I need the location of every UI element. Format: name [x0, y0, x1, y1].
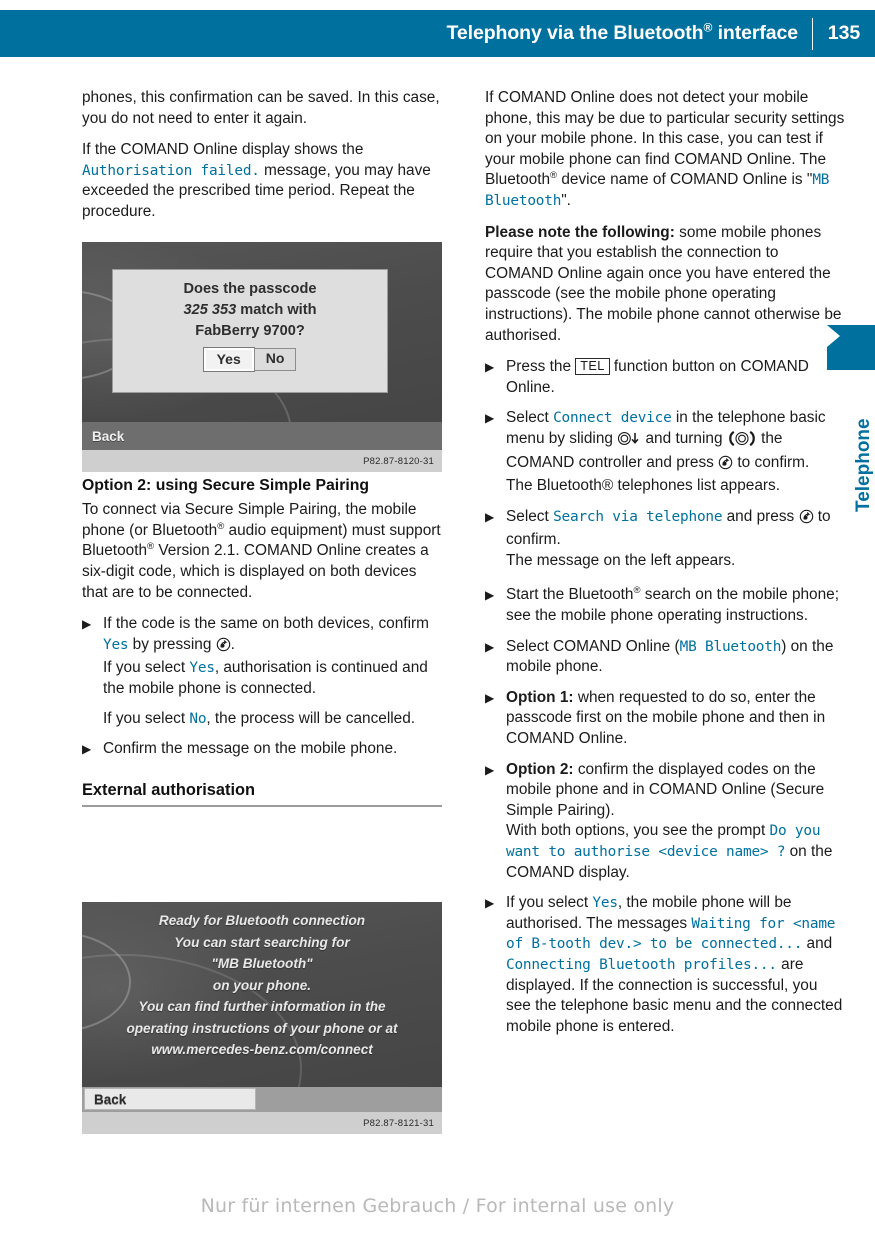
header-divider [812, 17, 813, 50]
comand-press-icon [216, 637, 231, 659]
ui-device-name-mb-bluetooth: MB Bluetooth [679, 638, 782, 655]
bullet-arrow-icon: ▶ [485, 509, 495, 524]
right-paragraph-1: If COMAND Online does not detect your mo… [485, 89, 845, 209]
page-header-title: Telephony via the Bluetooth® interface [446, 20, 799, 44]
list-item: ▶ Option 2: confirm the displayed codes … [485, 760, 845, 884]
ui-option-yes: Yes [189, 660, 215, 677]
message-line: You can start searching for [174, 934, 350, 950]
left-paragraph-1: phones, this confirmation can be saved. … [82, 89, 440, 127]
comand-slide-down-icon [617, 431, 641, 453]
message-line: You can find further information in the [138, 999, 386, 1014]
list-item: ▶ Press the TEL function button on COMAN… [485, 358, 809, 396]
ui-menu-connect-device: Connect device [553, 410, 672, 427]
figure-back-button[interactable]: Back [84, 1088, 256, 1110]
list-item: ▶ Select COMAND Online (MB Bluetooth) on… [485, 637, 834, 676]
list-item: ▶ Select Search via telephone and press … [485, 507, 845, 572]
right-column: If COMAND Online does not detect your mo… [485, 88, 845, 1047]
ui-message-connecting-profiles: Connecting Bluetooth profiles... [506, 956, 777, 973]
dialog-button-group: Yes No [202, 347, 297, 372]
option-label: Option 2: [506, 760, 574, 778]
heading-external-authorisation: External authorisation [82, 780, 442, 808]
page-number: 135 [827, 21, 861, 44]
list-item-sub: The Bluetooth® telephones list appears. [506, 477, 781, 495]
bullet-arrow-icon: ▶ [485, 639, 495, 654]
bullet-arrow-icon: ▶ [485, 690, 495, 705]
figure-passcode-dialog: Does the passcode 325 353 match with Fab… [82, 242, 442, 472]
figure-ready-for-bluetooth: Ready for Bluetooth connection You can s… [82, 902, 442, 1134]
bluetooth-ready-message: Ready for Bluetooth connection You can s… [82, 910, 442, 1061]
list-item-sub: If you select Yes, authorisation is cont… [103, 659, 428, 697]
left-paragraph-2: If the COMAND Online display shows the A… [82, 141, 431, 220]
ui-message-authorisation-failed: Authorisation failed. [82, 162, 260, 179]
list-item: ▶ Option 1: when requested to do so, ent… [485, 688, 826, 748]
note-label: Please note the following: [485, 223, 675, 241]
message-line: on your phone. [212, 977, 312, 993]
figure-caption: P82.87-8120-31 [82, 450, 442, 472]
message-line: operating instructions of your phone or … [126, 1020, 398, 1036]
bullet-arrow-icon: ▶ [485, 411, 495, 426]
heading-option-2: Option 2: using Secure Simple Pairing [82, 476, 370, 494]
ui-option-yes: Yes [103, 636, 129, 653]
figure-caption: P82.87-8121-31 [82, 1112, 442, 1134]
message-line: www.mercedes-benz.com/connect [151, 1042, 373, 1057]
ui-option-no: No [189, 710, 207, 727]
ui-option-yes: Yes [592, 895, 618, 912]
footer-watermark: Nur für internen Gebrauch / For internal… [200, 1195, 675, 1217]
page-header: Telephony via the Bluetooth® interface 1… [0, 10, 875, 57]
message-line: "MB Bluetooth" [211, 956, 313, 971]
list-item: ▶ If you select Yes, the mobile phone wi… [485, 894, 843, 1035]
passcode-value: 325 353 [183, 302, 237, 318]
list-item: ▶ Confirm the message on the mobile phon… [82, 740, 398, 758]
dialog-line-2: 325 353 match with [183, 302, 317, 318]
list-item-sub: If you select No, the process will be ca… [103, 709, 416, 727]
dialog-line-3: FabBerry 9700? [195, 323, 305, 339]
passcode-dialog: Does the passcode 325 353 match with Fab… [112, 269, 388, 393]
comand-press-icon [799, 509, 814, 531]
bullet-arrow-icon: ▶ [485, 896, 495, 911]
list-item: ▶ Select Connect device in the telephone… [485, 408, 845, 496]
message-line: Ready for Bluetooth connection [158, 913, 366, 928]
bullet-arrow-icon: ▶ [82, 742, 92, 757]
list-item: ▶ If the code is the same on both device… [82, 614, 442, 729]
comand-turn-icon [727, 431, 757, 453]
registered-trademark-icon: ® [703, 20, 713, 35]
list-item-sub: With both options, you see the prompt Do… [506, 822, 833, 881]
dialog-yes-button[interactable]: Yes [202, 347, 255, 372]
bullet-arrow-icon: ▶ [485, 588, 495, 603]
ui-menu-search-via-telephone: Search via telephone [553, 508, 723, 525]
figure-bottom-bar: Back [82, 1087, 442, 1112]
list-item-sub: The message on the left appears. [506, 551, 736, 569]
left-paragraph-3: To connect via Secure Simple Pairing, th… [82, 501, 441, 601]
bullet-arrow-icon: ▶ [485, 360, 495, 375]
bullet-arrow-icon: ▶ [82, 617, 92, 632]
figure-back-bar[interactable]: Back [82, 422, 442, 450]
tel-function-button-key: TEL [575, 358, 610, 376]
bullet-arrow-icon: ▶ [485, 762, 495, 777]
dialog-no-button[interactable]: No [253, 348, 297, 371]
figure-screen-background: Ready for Bluetooth connection You can s… [82, 902, 442, 1134]
dialog-line-1: Does the passcode [183, 281, 317, 297]
comand-press-icon [718, 455, 733, 477]
list-item: ▶ Start the Bluetooth® search on the mob… [485, 585, 840, 625]
option-label: Option 1: [506, 688, 574, 706]
registered-trademark-icon: ® [633, 585, 641, 597]
right-paragraph-2: Please note the following: some mobile p… [485, 223, 842, 344]
